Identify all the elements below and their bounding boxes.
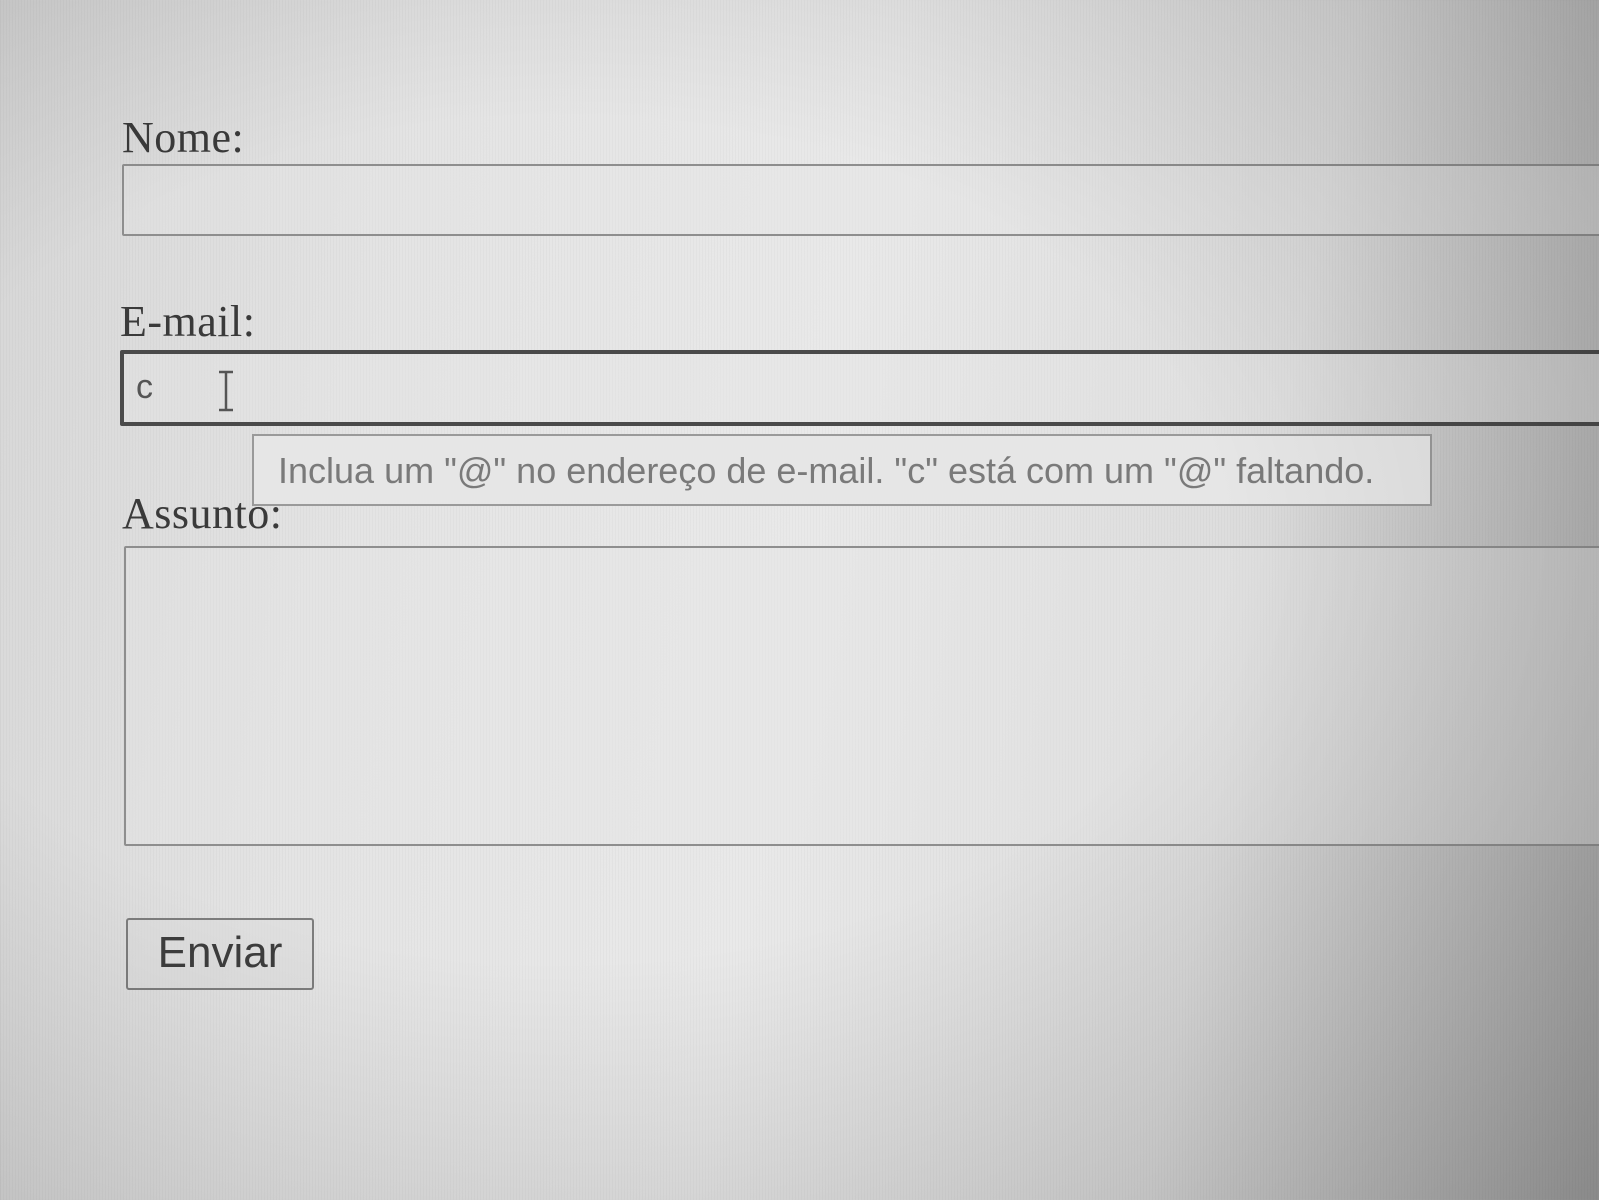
email-input[interactable]: c: [120, 350, 1599, 426]
name-input[interactable]: [122, 164, 1599, 236]
email-input-value: c: [136, 368, 153, 406]
subject-textarea[interactable]: [124, 546, 1599, 846]
submit-button[interactable]: Enviar: [126, 918, 314, 990]
email-label: E-mail:: [120, 297, 256, 346]
name-label: Nome:: [122, 113, 245, 162]
email-validation-tooltip: Inclua um "@" no endereço de e-mail. "c"…: [252, 434, 1432, 506]
text-cursor-icon: [219, 370, 233, 412]
